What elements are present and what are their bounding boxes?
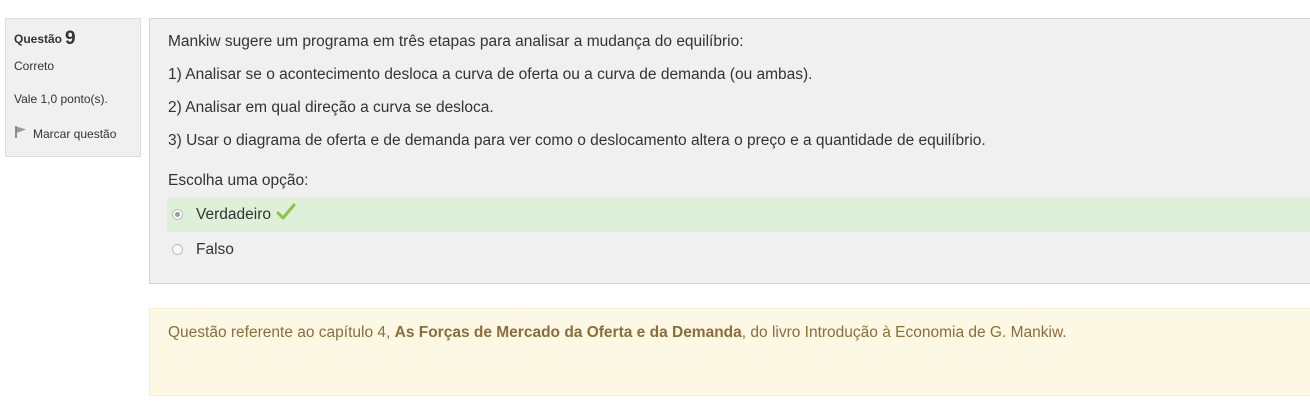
option-falso[interactable]: Falso <box>167 232 1310 267</box>
question-state: Correto <box>14 59 55 73</box>
feedback-box: Questão referente ao capítulo 4, As Forç… <box>149 308 1310 396</box>
answer-options: Verdadeiro Falso <box>167 197 1310 267</box>
feedback-prefix: Questão referente ao capítulo 4, <box>168 324 395 341</box>
radio-verdadeiro[interactable] <box>172 209 183 220</box>
question-formulation: Mankiw sugere um programa em três etapas… <box>149 18 1310 284</box>
option-label: Falso <box>196 240 234 258</box>
question-text-line: 1) Analisar se o acontecimento desloca a… <box>168 66 813 83</box>
feedback-suffix: , do livro Introdução à Economia de G. M… <box>741 324 1067 341</box>
question-text-line: 3) Usar o diagrama de oferta e de demand… <box>168 132 986 149</box>
flag-icon <box>14 125 33 142</box>
question-text: Mankiw sugere um programa em três etapas… <box>168 32 1310 164</box>
question-number: 9 <box>65 28 76 49</box>
radio-falso[interactable] <box>172 244 183 255</box>
answer-prompt: Escolha uma opção: <box>168 172 309 189</box>
question-grade: Vale 1,0 ponto(s). <box>14 92 108 106</box>
option-label: Verdadeiro <box>196 205 271 223</box>
check-icon <box>276 203 296 226</box>
question-number-heading: Questão 9 <box>14 29 132 51</box>
flag-question-button[interactable]: Marcar questão <box>14 125 132 142</box>
flag-question-label: Marcar questão <box>33 126 117 141</box>
question-text-line: Mankiw sugere um programa em três etapas… <box>168 33 744 50</box>
feedback-chapter-title: As Forças de Mercado da Oferta e da Dema… <box>394 324 742 341</box>
question-text-line: 2) Analisar em qual direção a curva se d… <box>168 99 494 116</box>
question-info-panel: Questão 9 Correto Vale 1,0 ponto(s). Marc… <box>5 18 141 157</box>
question-label: Questão <box>14 32 63 46</box>
option-verdadeiro[interactable]: Verdadeiro <box>167 197 1310 232</box>
